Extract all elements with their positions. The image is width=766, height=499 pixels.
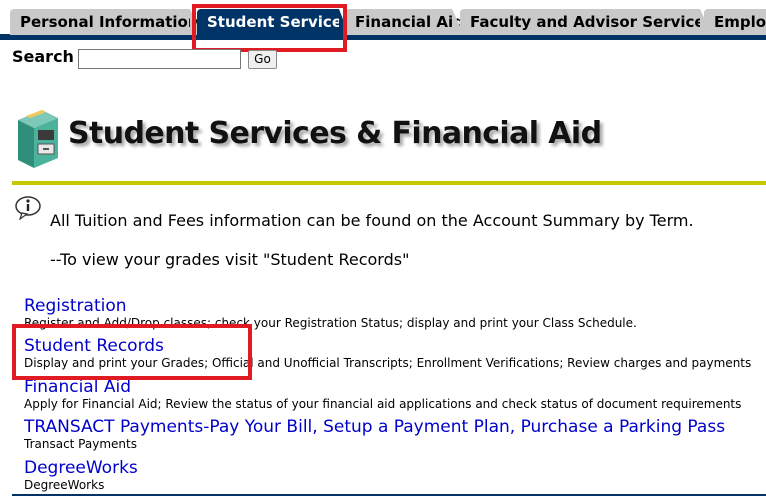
page-title: Student Services & Financial Aid <box>68 116 602 151</box>
menu-item-registration: Registration Register and Add/Drop class… <box>24 296 637 331</box>
tab-label: Personal Information <box>20 13 199 31</box>
menu-link-degreeworks[interactable]: DegreeWorks <box>24 458 138 478</box>
search-input[interactable] <box>78 49 241 69</box>
tab-label: Faculty and Advisor Services <box>470 13 714 31</box>
info-icon <box>15 196 41 220</box>
menu-item-transact-payments: TRANSACT Payments-Pay Your Bill, Setup a… <box>24 417 725 452</box>
menu-link-financial-aid[interactable]: Financial Aid <box>24 377 741 397</box>
section-divider <box>12 181 766 185</box>
menu-item-financial-aid: Financial Aid Apply for Financial Aid; R… <box>24 377 741 412</box>
search-label: Search <box>12 47 74 66</box>
menu-link-student-records[interactable]: Student Records <box>24 336 751 356</box>
menu-link-registration[interactable]: Registration <box>24 296 637 316</box>
menu-description: Transact Payments <box>24 437 137 451</box>
menu-description: DegreeWorks <box>24 478 105 492</box>
info-message: All Tuition and Fees information can be … <box>50 211 694 230</box>
tab-student-services[interactable]: Student Services <box>197 9 351 40</box>
tab-label: Employ <box>714 13 766 31</box>
tab-label: Student Services <box>207 13 351 31</box>
menu-description: Apply for Financial Aid; Review the stat… <box>24 397 742 411</box>
menu-link-transact-payments[interactable]: TRANSACT Payments-Pay Your Bill, Setup a… <box>24 417 725 437</box>
bottom-divider <box>12 494 766 496</box>
tab-faculty-and-advisor-services[interactable]: Faculty and Advisor Services <box>460 9 714 35</box>
tab-bar: Personal Information Student Services Fi… <box>0 0 766 40</box>
tab-personal-information[interactable]: Personal Information <box>10 9 202 35</box>
tab-employee[interactable]: Employ <box>704 9 766 35</box>
menu-item-degreeworks: DegreeWorks DegreeWorks <box>24 458 138 493</box>
file-cabinet-icon <box>18 110 58 168</box>
menu-description: Display and print your Grades; Official … <box>24 356 752 370</box>
menu-item-student-records: Student Records Display and print your G… <box>24 336 751 371</box>
info-message-grades: --To view your grades visit "Student Rec… <box>50 250 410 269</box>
go-button[interactable]: Go <box>248 50 277 69</box>
menu-description: Register and Add/Drop classes; check you… <box>24 316 637 330</box>
tab-label: Financial Aid <box>355 13 464 31</box>
tab-financial-aid[interactable]: Financial Aid <box>345 9 464 35</box>
